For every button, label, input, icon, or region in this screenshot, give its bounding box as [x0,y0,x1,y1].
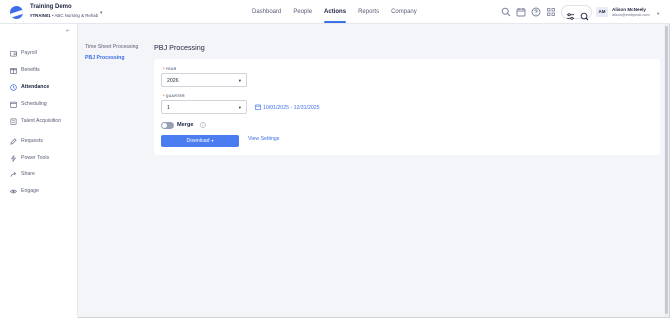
attendance-subnav: Time Sheet Processing PBJ Processing [85,44,138,66]
top-bar: Training Demo #TRAIN01 • ABC Nursing & R… [0,0,670,24]
sidebar-item-payroll[interactable]: Payroll [0,47,78,61]
collapse-sidebar-icon[interactable]: ⇤ [66,28,70,34]
year-select[interactable]: *YEAR 2026 ▾ [161,67,247,87]
chevron-down-icon: ▾ [238,105,241,110]
org-switch-chevron-icon[interactable]: ▾ [100,10,103,16]
download-button[interactable]: Download ▾ [161,135,239,147]
subnav-time-sheet-processing[interactable]: Time Sheet Processing [85,44,138,50]
calendar-icon [255,104,261,110]
sidebar-item-requests[interactable]: Requests [0,135,78,149]
org-code: #TRAIN01 [30,13,51,18]
user-email: alison@embpeak.com [612,13,650,17]
sidebar-item-attendance[interactable]: Attendance [0,81,78,95]
nav-actions[interactable]: Actions [318,0,352,24]
merge-toggle[interactable] [161,122,174,129]
date-range-text: 10/01/2025 - 12/31/2025 [263,105,320,111]
clock-icon [10,84,17,91]
search-icon[interactable] [501,7,511,17]
pbj-processing-card: *YEAR 2026 ▾ *QUARTER 1 ▾ 10/01/2025 - 1… [154,59,660,155]
org-title: Training Demo [30,4,72,10]
sidebar-item-share[interactable]: Share [0,168,78,182]
sidebar-item-label: Share [21,171,35,177]
sidebar-item-label: Scheduling [21,101,47,107]
quarter-select[interactable]: *QUARTER 1 ▾ [161,94,247,114]
download-button-label: Download [186,138,210,144]
apps-grid-icon[interactable] [546,7,556,17]
org-location: ABC Nursing & Rehab [54,13,99,18]
scrollbar-thumb[interactable] [665,26,668,314]
user-name[interactable]: Alison McNeely [612,7,646,12]
calendar-icon [10,101,17,108]
calendar-icon[interactable] [516,7,526,17]
quarter-value: 1 [167,105,170,111]
nav-people[interactable]: People [287,0,318,24]
year-value: 2026 [167,78,179,84]
nav-reports[interactable]: Reports [352,0,385,24]
gift-icon [10,67,17,74]
sidebar-item-label: Engage [21,188,39,194]
user-menu-chevron-icon[interactable]: ▾ [657,11,659,17]
main-content: Time Sheet Processing PBJ Processing PBJ… [78,24,669,317]
sidebar-item-scheduling[interactable]: Scheduling [0,98,78,112]
subnav-pbj-processing[interactable]: PBJ Processing [85,55,138,61]
sidebar-item-label: Power Tools [21,155,50,161]
sidebar-item-label: Requests [21,138,43,144]
sidebar-item-engage[interactable]: Engage [0,185,78,199]
message-search-icon[interactable] [580,8,589,21]
quick-tools-pill [561,5,592,21]
scrollbar[interactable] [664,24,669,317]
avatar[interactable]: AM [596,7,608,17]
sidebar-item-label: Benefits [21,67,40,73]
info-icon[interactable] [200,122,206,128]
clipboard-icon [10,118,17,125]
quarter-date-range: 10/01/2025 - 12/31/2025 [255,104,320,111]
sliders-icon[interactable] [566,8,575,20]
view-settings-link[interactable]: View Settings [248,136,279,142]
quarter-label: *QUARTER [163,94,185,98]
nav-company[interactable]: Company [385,0,423,24]
sidebar-item-label: Attendance [21,84,50,90]
sidebar-item-power-tools[interactable]: Power Tools [0,152,78,166]
sidebar-item-label: Payroll [21,50,37,56]
chevron-down-icon: ▾ [211,138,214,143]
sidebar-item-label: Talent Acquisition [21,118,62,124]
pencil-icon [10,138,17,145]
page-title: PBJ Processing [154,43,205,52]
sidebar-item-talent-acquisition[interactable]: Talent Acquisition [0,115,78,129]
eye-icon [10,188,17,195]
sidebar: ⇤ Payroll Benefits Attendance Scheduling… [0,24,78,318]
share-icon [10,171,17,178]
year-label: *YEAR [163,67,177,71]
nav-dashboard[interactable]: Dashboard [246,0,287,24]
org-subtitle: #TRAIN01 • ABC Nursing & Rehab [30,13,98,18]
wallet-icon [10,50,17,57]
sidebar-item-benefits[interactable]: Benefits [0,64,78,78]
help-icon[interactable] [531,7,541,17]
merge-label: Merge [177,122,194,128]
main-nav: Dashboard People Actions Reports Company [246,0,423,24]
company-logo-icon[interactable] [10,6,23,19]
chevron-down-icon: ▾ [238,78,241,83]
bolt-icon [10,155,17,162]
